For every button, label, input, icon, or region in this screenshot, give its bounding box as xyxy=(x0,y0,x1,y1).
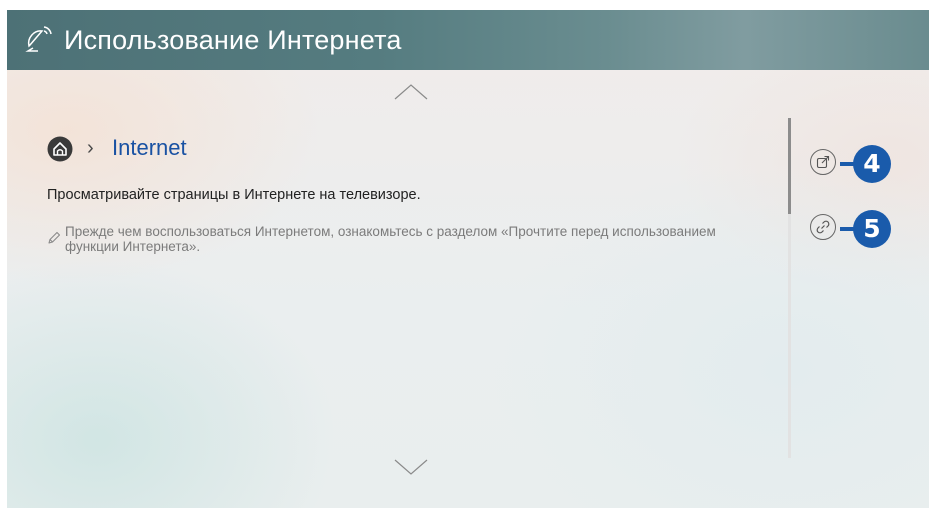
share-icon xyxy=(816,155,830,169)
breadcrumb-separator: › xyxy=(87,137,94,159)
description-text: Просматривайте страницы в Интернете на т… xyxy=(47,187,421,203)
callout-badge-5: 5 xyxy=(853,210,891,248)
link-button[interactable] xyxy=(810,214,836,240)
scroll-up-icon[interactable] xyxy=(393,83,429,101)
header-bar: Использование Интернета xyxy=(7,10,929,70)
scrollbar-thumb[interactable] xyxy=(788,118,791,214)
help-page: Использование Интернета › Internet Просм… xyxy=(7,10,929,508)
pencil-icon xyxy=(48,231,61,244)
breadcrumb-internet[interactable]: Internet xyxy=(112,134,187,162)
callout-badge-4: 4 xyxy=(853,145,891,183)
link-icon xyxy=(816,220,830,234)
page-title: Использование Интернета xyxy=(64,25,402,55)
callout-line-4 xyxy=(840,162,854,166)
callout-line-5 xyxy=(840,227,854,231)
home-icon[interactable] xyxy=(47,136,73,162)
note-text: Прежде чем воспользоваться Интернетом, о… xyxy=(65,224,716,254)
satellite-dish-icon xyxy=(25,26,52,52)
scroll-down-icon[interactable] xyxy=(393,458,429,476)
share-button[interactable] xyxy=(810,149,836,175)
